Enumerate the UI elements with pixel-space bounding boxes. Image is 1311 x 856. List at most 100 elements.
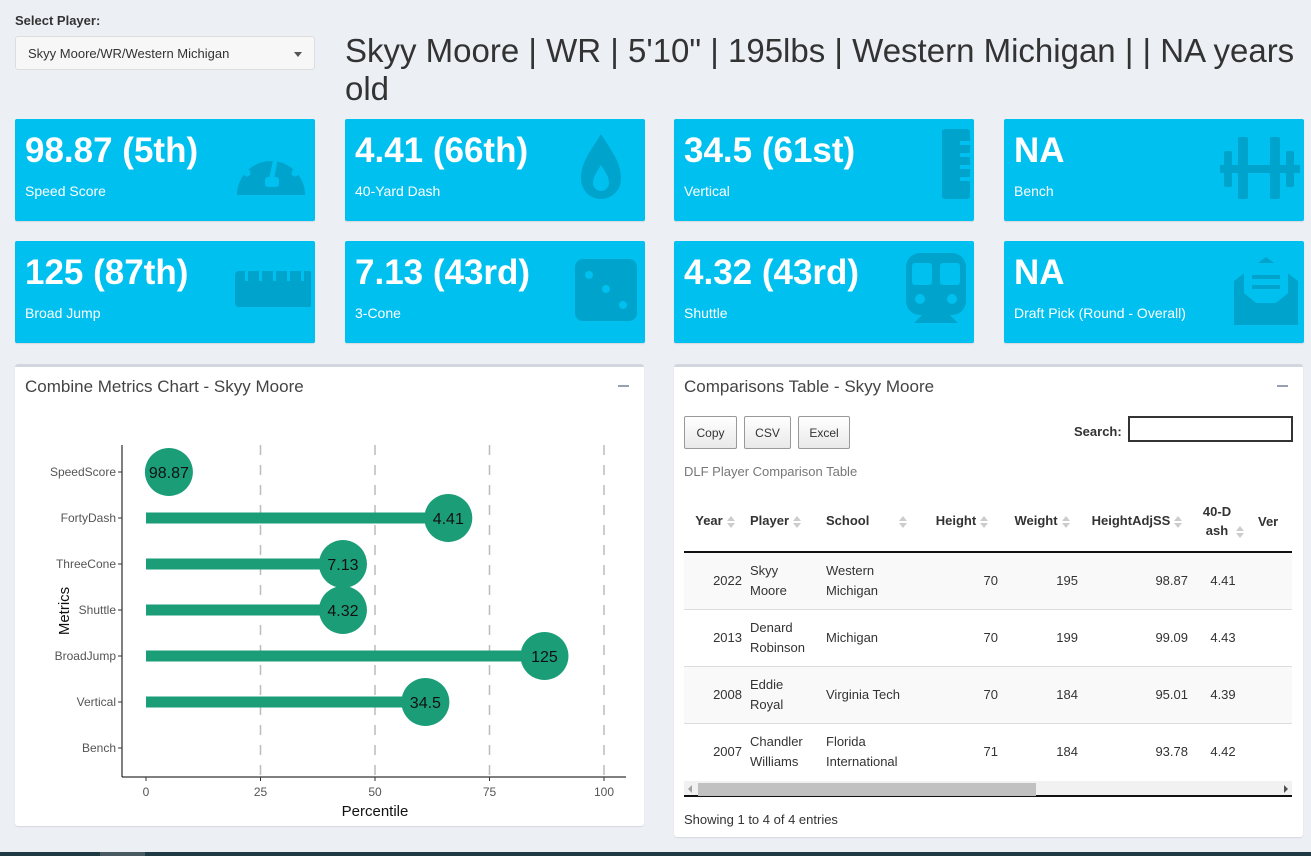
- sort-icon[interactable]: [1236, 525, 1244, 539]
- table-cell-year: 2022: [684, 551, 746, 609]
- info-box-value: NA: [1014, 131, 1065, 170]
- column-header-label: Height: [935, 513, 977, 529]
- table-cell-heightadjss: 95.01: [1082, 665, 1192, 723]
- column-header-school[interactable]: School: [822, 491, 922, 553]
- horizontal-scrollbar[interactable]: [684, 781, 1292, 797]
- column-header-player[interactable]: Player: [746, 491, 822, 553]
- table-row: 2022 Skyy Moore Western Michigan 70 195 98.87…: [684, 551, 1292, 609]
- table-cell-40-dash: 4.43: [1192, 608, 1254, 666]
- ruler-horizontal-icon: [231, 251, 313, 331]
- table-cell-player: Skyy Moore: [746, 551, 822, 609]
- table-scroll-area: Year Player School Height Weight HeightAdjSS 4…: [684, 491, 1292, 781]
- column-header-ver[interactable]: Ver: [1254, 491, 1292, 553]
- table-panel-title: Comparisons Table - Skyy Moore: [684, 377, 935, 396]
- y-tick-label: Bench: [82, 741, 116, 755]
- table-panel: Comparisons Table - Skyy Moore Copy CSV …: [674, 364, 1303, 837]
- table-info: Showing 1 to 4 of 4 entries: [684, 812, 838, 827]
- table-cell-year: 2008: [684, 665, 746, 723]
- data-label: 4.41: [433, 511, 464, 528]
- sort-icon[interactable]: [1061, 515, 1070, 529]
- chart-panel: Combine Metrics Chart - Skyy Moore 0 25 50…: [15, 364, 644, 826]
- scroll-left-icon[interactable]: [688, 785, 692, 793]
- column-header-year[interactable]: Year: [684, 491, 746, 553]
- sort-icon[interactable]: [899, 515, 908, 529]
- table-cell-heightadjss: 99.09: [1082, 608, 1192, 666]
- scroll-right-icon[interactable]: [1284, 785, 1288, 793]
- table-cell-player: Denard Robinson: [746, 608, 822, 666]
- y-tick-label: ThreeCone: [56, 557, 116, 571]
- excel-button[interactable]: Excel: [798, 416, 850, 449]
- y-tick-label: SpeedScore: [50, 465, 116, 479]
- column-header-height[interactable]: Height: [922, 491, 1002, 553]
- column-header-heightadjss[interactable]: HeightAdjSS: [1082, 491, 1192, 553]
- info-box-label: Broad Jump: [25, 305, 101, 321]
- player-select[interactable]: Skyy Moore/WR/Western Michigan: [15, 36, 315, 70]
- table-cell-ver: [1254, 608, 1292, 666]
- column-header-label: Year: [695, 513, 723, 529]
- table-cell-height: 70: [922, 608, 1002, 666]
- table-cell-height: 70: [922, 665, 1002, 723]
- info-box-draft-pick: NA Draft Pick (Round - Overall): [1004, 241, 1304, 343]
- info-box-value: 125 (87th): [25, 253, 189, 292]
- sort-icon[interactable]: [793, 515, 802, 529]
- select-player-label: Select Player:: [15, 13, 101, 28]
- player-select-value: Skyy Moore/WR/Western Michigan: [28, 46, 230, 61]
- table-cell-40-dash: 4.39: [1192, 665, 1254, 723]
- table-cell-40-dash: 4.42: [1192, 722, 1254, 780]
- caret-down-icon: [294, 52, 302, 57]
- sort-icon[interactable]: [1174, 515, 1183, 529]
- data-label: 34.5: [410, 695, 441, 712]
- info-box-value: 4.41 (66th): [355, 131, 529, 170]
- envelope-open-text-icon: [1220, 251, 1300, 331]
- table-cell-school: Florida International: [822, 722, 922, 780]
- comparison-table: Year Player School Height Weight HeightAdjSS 4…: [684, 491, 1292, 780]
- bottom-bar-segment: [100, 852, 145, 856]
- info-box-value: 34.5 (61st): [684, 131, 856, 170]
- table-cell-ver: [1254, 665, 1292, 723]
- table-caption: DLF Player Comparison Table: [684, 464, 858, 479]
- info-box-label: Speed Score: [25, 183, 106, 199]
- column-header-label: Ver: [1258, 513, 1279, 529]
- table-cell-weight: 199: [1002, 608, 1082, 666]
- subway-icon: [890, 251, 970, 331]
- bottom-bar: [0, 852, 1311, 856]
- copy-button[interactable]: Copy: [684, 416, 737, 449]
- table-row: 2013 Denard Robinson Michigan 70 199 99.09 4.4…: [684, 608, 1292, 666]
- info-box-label: 3-Cone: [355, 305, 401, 321]
- column-header-label: 40-Dash: [1202, 504, 1232, 538]
- info-box-broad-jump: 125 (87th) Broad Jump: [15, 241, 315, 343]
- dice-three-icon: [561, 251, 641, 331]
- tachometer-icon: [231, 129, 311, 209]
- info-box-value: NA: [1014, 253, 1065, 292]
- x-tick-label: 25: [254, 785, 268, 799]
- info-box-vertical: 34.5 (61st) Vertical: [674, 119, 974, 221]
- x-tick-label: 75: [483, 785, 497, 799]
- combine-metrics-chart: 0 25 50 75 100 Percentile Metrics SpeedScore 98.…: [50, 445, 626, 820]
- info-box-value: 7.13 (43rd): [355, 253, 531, 292]
- table-cell-heightadjss: 98.87: [1082, 551, 1192, 609]
- sort-icon[interactable]: [980, 515, 989, 529]
- data-label: 4.32: [327, 603, 358, 620]
- info-box-label: 40-Yard Dash: [355, 183, 441, 199]
- scrollbar-thumb[interactable]: [698, 783, 1036, 796]
- table-cell-player: Eddie Royal: [746, 665, 822, 723]
- collapse-table-button[interactable]: [1277, 385, 1288, 387]
- y-tick-label: BroadJump: [55, 649, 117, 663]
- table-cell-school: Virginia Tech: [822, 665, 922, 723]
- column-header-40-dash[interactable]: 40-Dash: [1192, 491, 1254, 553]
- y-tick-label: FortyDash: [61, 511, 116, 525]
- info-box-bench: NA Bench: [1004, 119, 1304, 221]
- search-input[interactable]: [1128, 416, 1293, 442]
- x-tick-label: 0: [143, 785, 150, 799]
- table-cell-school: Michigan: [822, 608, 922, 666]
- search-label: Search:: [1074, 424, 1122, 439]
- sort-icon[interactable]: [726, 515, 735, 529]
- tint-icon: [561, 129, 641, 209]
- table-cell-year: 2007: [684, 722, 746, 780]
- table-header-row: Year Player School Height Weight HeightAdjSS 4…: [684, 491, 1292, 553]
- column-header-weight[interactable]: Weight: [1002, 491, 1082, 553]
- info-box-label: Shuttle: [684, 305, 728, 321]
- csv-button[interactable]: CSV: [744, 416, 791, 449]
- data-label: 98.87: [149, 465, 189, 482]
- player-header: Skyy Moore | WR | 5'10" | 195lbs | Weste…: [345, 32, 1295, 107]
